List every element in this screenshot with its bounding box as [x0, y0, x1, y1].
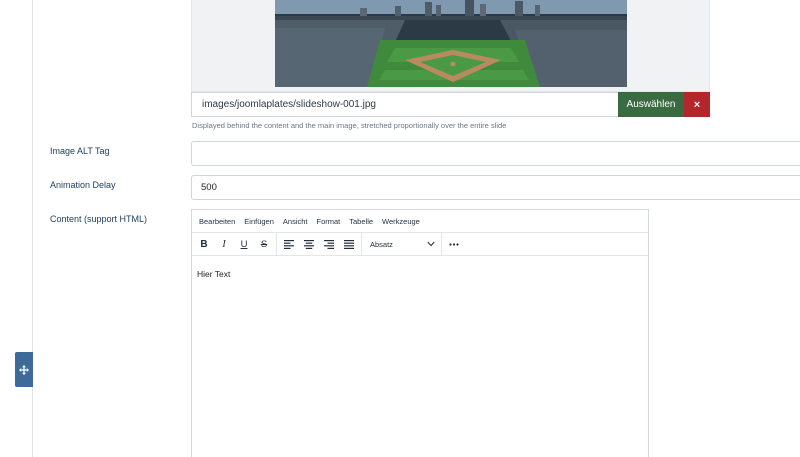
bold-icon: B	[200, 238, 208, 250]
rich-text-editor: Bearbeiten Einfügen Ansicht Format Tabel…	[191, 209, 649, 457]
menu-tools[interactable]: Werkzeuge	[382, 217, 420, 226]
slide-editor-panel: images/joomlaplates/slideshow-001.jpg Au…	[0, 0, 800, 457]
more-button[interactable]	[444, 235, 464, 253]
block-format-select[interactable]: Absatz	[362, 232, 442, 256]
menu-edit[interactable]: Bearbeiten	[199, 217, 235, 226]
underline-icon: U	[240, 238, 248, 250]
editor-toolbar: B I U S Absatz	[192, 232, 648, 256]
bold-button[interactable]: B	[194, 235, 214, 253]
italic-button[interactable]: I	[214, 235, 234, 253]
align-right-button[interactable]	[319, 235, 339, 253]
menu-insert[interactable]: Einfügen	[244, 217, 274, 226]
clear-image-button[interactable]: ×	[684, 92, 710, 117]
close-icon: ×	[693, 98, 701, 111]
strikethrough-icon: S	[260, 238, 268, 250]
select-image-button[interactable]: Auswählen	[618, 92, 684, 117]
align-justify-button[interactable]	[339, 235, 359, 253]
italic-icon: I	[222, 238, 226, 250]
image-help-text: Displayed behind the content and the mai…	[192, 121, 507, 130]
more-icon	[449, 242, 459, 246]
strikethrough-button[interactable]: S	[254, 235, 274, 253]
move-icon	[19, 364, 29, 375]
image-preview-box	[191, 0, 710, 92]
align-center-button[interactable]	[299, 235, 319, 253]
align-center-icon	[304, 239, 314, 249]
animation-delay-input[interactable]: 500	[191, 175, 800, 200]
underline-button[interactable]: U	[234, 235, 254, 253]
menu-table[interactable]: Tabelle	[349, 217, 373, 226]
menu-view[interactable]: Ansicht	[283, 217, 308, 226]
editor-body-text: Hier Text	[197, 269, 231, 279]
alt-tag-label: Image ALT Tag	[50, 146, 110, 156]
editor-content-area[interactable]: Hier Text	[192, 256, 648, 292]
chevron-down-icon	[427, 241, 435, 247]
menu-format[interactable]: Format	[317, 217, 341, 226]
alignment-group	[277, 232, 362, 256]
align-left-button[interactable]	[279, 235, 299, 253]
align-right-icon	[324, 239, 334, 249]
content-label: Content (support HTML)	[50, 214, 148, 224]
animation-delay-label: Animation Delay	[50, 180, 116, 190]
stadium-image	[275, 0, 627, 87]
image-path-row: images/joomlaplates/slideshow-001.jpg Au…	[191, 92, 710, 117]
drag-handle[interactable]	[15, 352, 33, 387]
text-style-group: B I U S	[192, 232, 277, 256]
more-group	[442, 233, 466, 256]
editor-menubar: Bearbeiten Einfügen Ansicht Format Tabel…	[192, 210, 648, 233]
block-format-value: Absatz	[370, 239, 393, 249]
align-left-icon	[284, 239, 294, 249]
align-justify-icon	[344, 239, 354, 249]
slide-image-preview	[275, 0, 627, 87]
panel-left-border	[32, 0, 33, 457]
image-path-input[interactable]: images/joomlaplates/slideshow-001.jpg	[191, 92, 618, 117]
alt-tag-input[interactable]	[191, 141, 800, 166]
